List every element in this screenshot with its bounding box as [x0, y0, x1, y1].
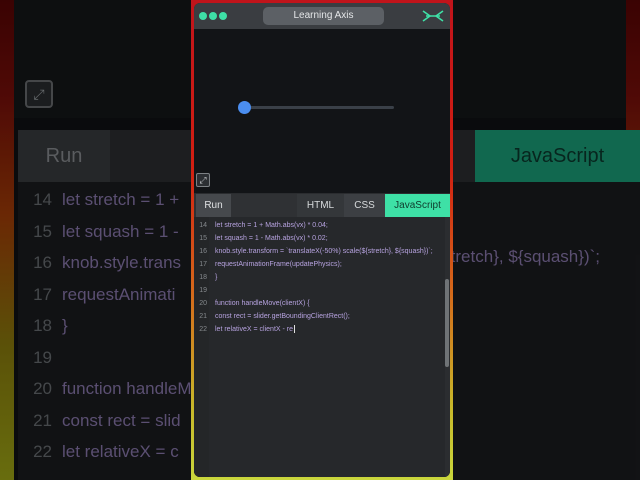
code-line[interactable]: 15 let squash = 1 - Math.abs(vx) * 0.02;: [194, 232, 444, 245]
text-cursor: [294, 325, 296, 334]
run-button[interactable]: Run: [196, 194, 231, 217]
code-text: }: [215, 274, 218, 281]
code-line[interactable]: 14 let stretch = 1 + Math.abs(vx) * 0.04;: [194, 219, 444, 232]
line-number: 17: [199, 261, 207, 268]
expand-icon[interactable]: ⤢: [196, 173, 210, 187]
code-text: requestAnimationFrame(updatePhysics);: [215, 261, 342, 268]
line-number: 16: [199, 248, 207, 255]
slider-knob[interactable]: [238, 101, 251, 114]
line-number: 19: [199, 287, 207, 294]
line-number: 20: [199, 300, 207, 307]
code-text: let stretch = 1 + Math.abs(vx) * 0.04;: [215, 222, 328, 229]
code-line[interactable]: 18}: [194, 271, 444, 284]
code-line[interactable]: 19: [194, 284, 444, 297]
line-number: 18: [199, 274, 207, 281]
code-text: let relativeX = clientX - re: [215, 325, 296, 334]
line-number: 14: [199, 222, 207, 229]
code-line[interactable]: 22 let relativeX = clientX - re: [194, 323, 444, 336]
code-line[interactable]: 21 const rect = slider.getBoundingClientR…: [194, 310, 444, 323]
window-dot-3[interactable]: [219, 12, 227, 20]
tab-html[interactable]: HTML: [297, 194, 344, 217]
window-dot-1[interactable]: [199, 12, 207, 20]
code-text: const rect = slider.getBoundingClientRec…: [215, 313, 350, 320]
code-text: function handleMove(clientX) {: [215, 300, 310, 307]
window-dot-2[interactable]: [209, 12, 217, 20]
title-bar: Learning Axis: [194, 3, 450, 29]
line-number: 22: [199, 326, 207, 333]
tab-css[interactable]: CSS: [344, 194, 385, 217]
code-line[interactable]: 16 knob.style.transform = `translateX(-50…: [194, 245, 444, 258]
code-text: knob.style.transform = `translateX(-50%)…: [215, 248, 433, 255]
code-line[interactable]: 20 function handleMove(clientX) {: [194, 297, 444, 310]
window-title: Learning Axis: [263, 7, 384, 25]
line-number: 15: [199, 235, 207, 242]
preview-pane: ⤢: [194, 29, 450, 193]
editor-scrollbar-thumb[interactable]: [445, 279, 449, 367]
code-line[interactable]: 17 requestAnimationFrame(updatePhysics);: [194, 258, 444, 271]
tab-javascript[interactable]: JavaScript: [385, 194, 450, 217]
line-number: 21: [199, 313, 207, 320]
editor-tab-bar: Run HTML CSS JavaScript: [194, 194, 450, 217]
code-editor[interactable]: 14 let stretch = 1 + Math.abs(vx) * 0.04;…: [194, 217, 450, 477]
crossed-arrows-logo-icon: [422, 10, 444, 22]
code-playground-window: Learning Axis ⤢ Run HTML CSS JavaScript …: [194, 3, 450, 477]
slider-track[interactable]: [244, 106, 394, 109]
code-text: let squash = 1 - Math.abs(vx) * 0.02;: [215, 235, 328, 242]
